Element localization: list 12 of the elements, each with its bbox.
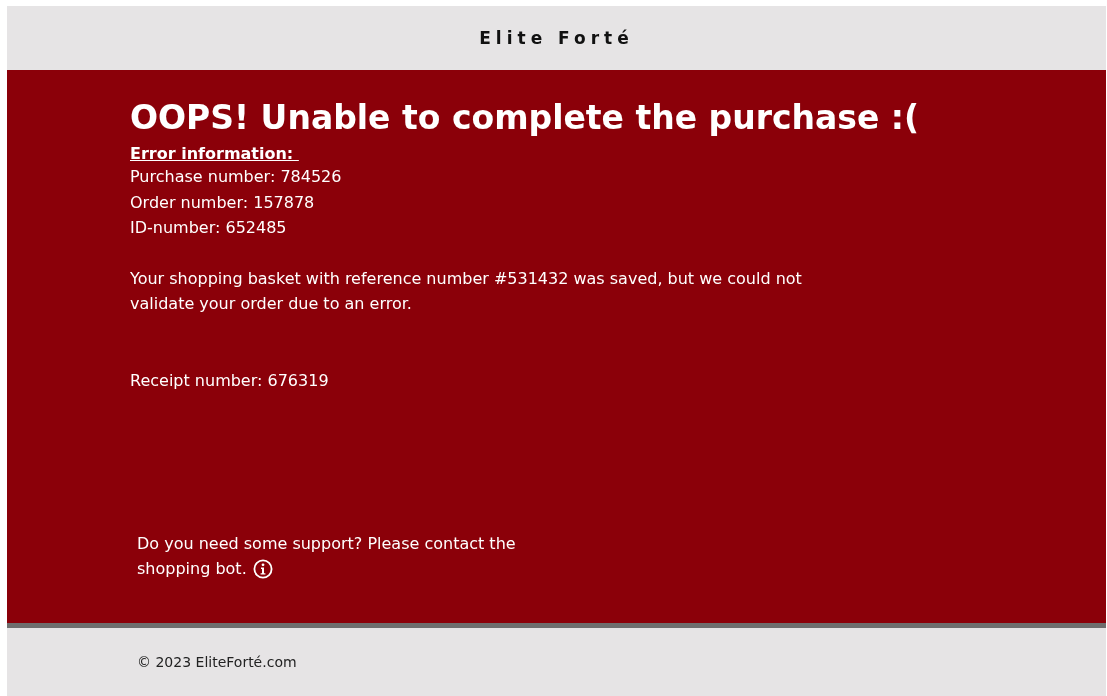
info-icon[interactable]: [252, 558, 273, 579]
receipt-number: Receipt number: 676319: [130, 369, 330, 392]
error-info-heading: Error information:: [130, 144, 295, 164]
error-title: OOPS! Unable to complete the purchase :(: [130, 98, 921, 138]
error-detail: Purchase number: 784526: [130, 166, 343, 188]
error-detail: ID-number: 652485: [130, 217, 288, 239]
error-message: Your shopping basket with reference number #531432 was saved, but we could not validate your order due to an error.: [130, 267, 803, 315]
brand-name: Elite Forté: [479, 28, 634, 48]
support-text: shopping bot.: [137, 558, 247, 580]
copyright-text: © 2023 EliteForté.com: [137, 654, 297, 670]
error-detail: Order number: 157878: [130, 191, 316, 214]
support-text: Do you need some support? Please contact the: [137, 533, 516, 555]
